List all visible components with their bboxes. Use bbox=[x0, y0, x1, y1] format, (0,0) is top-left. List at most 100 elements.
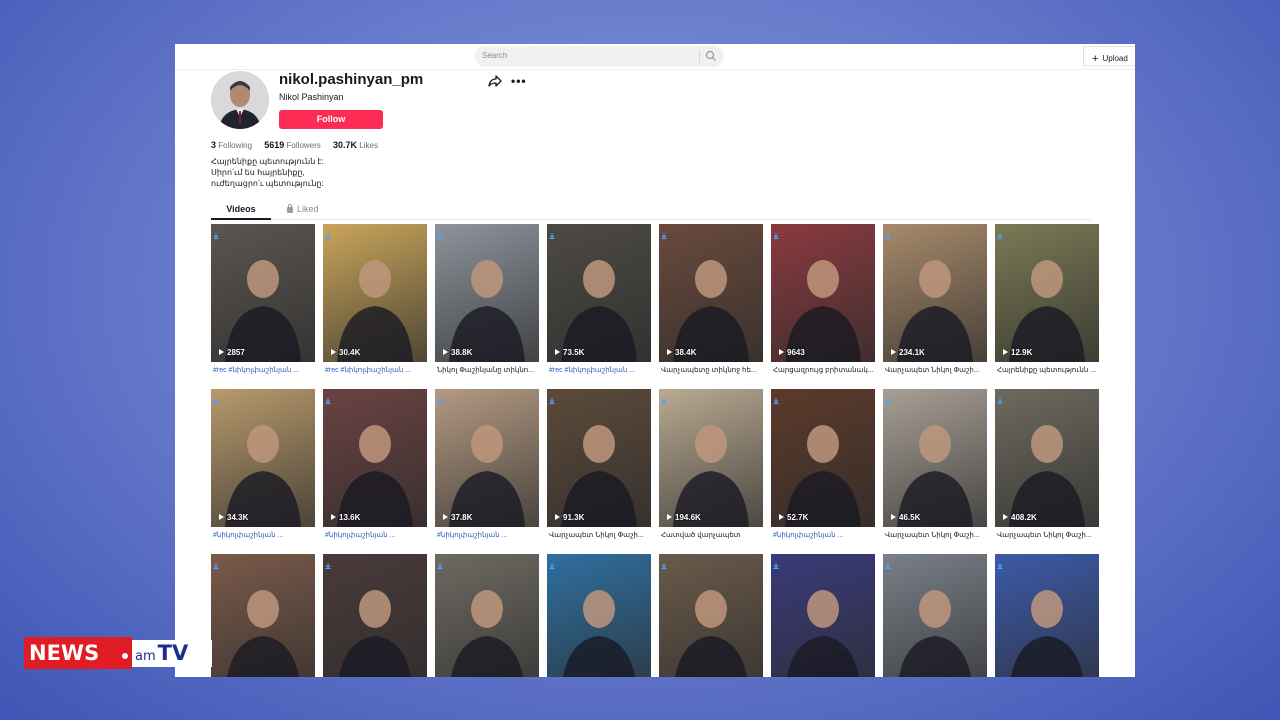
video-caption[interactable]: #նիկոլփաշինյան ... bbox=[325, 531, 425, 539]
following-count[interactable]: 3 bbox=[211, 140, 216, 150]
video-card[interactable] bbox=[211, 554, 315, 677]
video-caption[interactable]: #rec #նիկոլփաշինյան ... bbox=[213, 366, 313, 374]
video-card[interactable]: 38.4K Վարչապետը տիկնոջ հե... bbox=[659, 224, 763, 382]
search-icon[interactable] bbox=[705, 50, 717, 62]
search-input[interactable]: Search bbox=[475, 46, 724, 67]
video-card[interactable]: 34.3K #նիկոլփաշինյան ... bbox=[211, 389, 315, 547]
video-card[interactable] bbox=[547, 554, 651, 677]
video-card[interactable]: 12.9K Հայրենիքը պետությունն ... bbox=[995, 224, 1099, 382]
video-thumbnail[interactable]: 38.4K bbox=[659, 224, 763, 362]
video-thumbnail[interactable]: 37.8K bbox=[435, 389, 539, 527]
video-card[interactable] bbox=[435, 554, 539, 677]
view-count: 12.9K bbox=[1003, 348, 1032, 357]
thumbnail-figure bbox=[227, 590, 299, 677]
video-card[interactable] bbox=[883, 554, 987, 677]
video-card[interactable]: 194.6K Հատված վարչապետ bbox=[659, 389, 763, 547]
video-thumbnail[interactable]: 13.6K bbox=[323, 389, 427, 527]
view-count: 408.2K bbox=[1003, 513, 1037, 522]
video-thumbnail[interactable]: 73.5K bbox=[547, 224, 651, 362]
video-card[interactable]: 37.8K #նիկոլփաշինյան ... bbox=[435, 389, 539, 547]
video-thumbnail[interactable]: 38.8K bbox=[435, 224, 539, 362]
play-icon bbox=[219, 349, 224, 355]
video-thumbnail[interactable] bbox=[659, 554, 763, 677]
video-card[interactable] bbox=[771, 554, 875, 677]
video-card[interactable] bbox=[323, 554, 427, 677]
thumbnail-figure bbox=[339, 590, 411, 677]
followers-count[interactable]: 5619 bbox=[264, 140, 284, 150]
video-thumbnail[interactable]: 46.5K bbox=[883, 389, 987, 527]
video-thumbnail[interactable]: 12.9K bbox=[995, 224, 1099, 362]
video-card[interactable]: 9643 Հարցազրույց բրիտանակ... bbox=[771, 224, 875, 382]
view-count: 46.5K bbox=[891, 513, 920, 522]
video-card[interactable]: 91.3K Վարչապետ Նիկոլ Փաշի... bbox=[547, 389, 651, 547]
thumbnail-figure bbox=[897, 260, 973, 362]
video-thumbnail[interactable]: 9643 bbox=[771, 224, 875, 362]
view-count: 2857 bbox=[219, 348, 245, 357]
video-caption[interactable]: #rec #նիկոլփաշինյան ... bbox=[325, 366, 425, 374]
video-card[interactable]: 408.2K Վարչապետ Նիկոլ Փաշի... bbox=[995, 389, 1099, 547]
video-thumbnail[interactable]: 52.7K bbox=[771, 389, 875, 527]
thumbnail-figure bbox=[1009, 260, 1085, 362]
video-card[interactable]: 30.4K #rec #նիկոլփաշինյան ... bbox=[323, 224, 427, 382]
video-caption[interactable]: Հատված վարչապետ bbox=[661, 531, 761, 539]
video-caption[interactable]: Նիկոլ Փաշինյանը տիկնո... bbox=[437, 366, 537, 374]
video-thumbnail[interactable]: 30.4K bbox=[323, 224, 427, 362]
video-card[interactable]: 38.8K Նիկոլ Փաշինյանը տիկնո... bbox=[435, 224, 539, 382]
video-caption[interactable]: Վարչապետը տիկնոջ հե... bbox=[661, 366, 761, 374]
video-thumbnail[interactable] bbox=[883, 554, 987, 677]
video-caption[interactable]: #նիկոլփաշինյան ... bbox=[437, 531, 537, 539]
download-icon bbox=[661, 226, 667, 239]
video-thumbnail[interactable] bbox=[771, 554, 875, 677]
video-thumbnail[interactable] bbox=[547, 554, 651, 677]
video-caption[interactable]: Հարցազրույց բրիտանակ... bbox=[773, 366, 873, 374]
video-thumbnail[interactable]: 34.3K bbox=[211, 389, 315, 527]
share-icon[interactable] bbox=[488, 74, 502, 88]
video-caption[interactable]: Վարչապետ Նիկոլ Փաշի... bbox=[549, 531, 649, 539]
video-card[interactable]: 13.6K #նիկոլփաշինյան ... bbox=[323, 389, 427, 547]
video-card[interactable]: 234.1K Վարչապետ Նիկոլ Փաշի... bbox=[883, 224, 987, 382]
video-thumbnail[interactable]: 91.3K bbox=[547, 389, 651, 527]
video-caption[interactable]: #նիկոլփաշինյան ... bbox=[213, 531, 313, 539]
profile-username: nikol.pashinyan_pm bbox=[279, 71, 424, 88]
tab-active-indicator bbox=[211, 218, 271, 220]
tab-liked[interactable]: Liked bbox=[287, 204, 319, 214]
video-caption[interactable]: Վարչապետ Նիկոլ Փաշի... bbox=[885, 366, 985, 374]
video-card[interactable] bbox=[659, 554, 763, 677]
video-caption[interactable]: #rec #նիկոլփաշինյան ... bbox=[549, 366, 649, 374]
video-caption[interactable]: Վարչապետ Նիկոլ Փաշի... bbox=[885, 531, 985, 539]
followers-label: Followers bbox=[286, 141, 321, 150]
logo-am-tv: amTV bbox=[132, 640, 212, 667]
tab-liked-label: Liked bbox=[297, 204, 319, 214]
view-count-text: 234.1K bbox=[899, 348, 925, 357]
video-caption[interactable]: Վարչապետ Նիկոլ Փաշի... bbox=[997, 531, 1097, 539]
video-thumbnail[interactable] bbox=[211, 554, 315, 677]
search-divider bbox=[699, 50, 700, 63]
video-card[interactable]: 73.5K #rec #նիկոլփաշինյան ... bbox=[547, 224, 651, 382]
video-thumbnail[interactable]: 408.2K bbox=[995, 389, 1099, 527]
video-card[interactable]: 2857 #rec #նիկոլփաշինյան ... bbox=[211, 224, 315, 382]
video-card[interactable]: 46.5K Վարչապետ Նիկոլ Փաշի... bbox=[883, 389, 987, 547]
view-count-text: 408.2K bbox=[1011, 513, 1037, 522]
download-icon bbox=[885, 391, 891, 404]
video-thumbnail[interactable] bbox=[435, 554, 539, 677]
video-thumbnail[interactable] bbox=[323, 554, 427, 677]
video-caption[interactable]: Հայրենիքը պետությունն ... bbox=[997, 366, 1097, 374]
view-count-text: 38.4K bbox=[675, 348, 697, 357]
upload-button[interactable]: + Upload bbox=[1083, 46, 1135, 66]
follow-button[interactable]: Follow bbox=[279, 110, 383, 129]
thumbnail-figure bbox=[449, 425, 525, 527]
logo-news: NEWS bbox=[24, 637, 132, 669]
download-icon bbox=[773, 391, 779, 404]
tab-videos[interactable]: Videos bbox=[211, 204, 271, 214]
video-card[interactable] bbox=[995, 554, 1099, 677]
play-icon bbox=[1003, 349, 1008, 355]
more-options-icon[interactable]: ••• bbox=[511, 74, 527, 88]
play-icon bbox=[891, 514, 896, 520]
play-icon bbox=[443, 514, 448, 520]
video-card[interactable]: 52.7K #նիկոլփաշինյան ... bbox=[771, 389, 875, 547]
video-thumbnail[interactable]: 2857 bbox=[211, 224, 315, 362]
video-thumbnail[interactable] bbox=[995, 554, 1099, 677]
video-thumbnail[interactable]: 234.1K bbox=[883, 224, 987, 362]
video-thumbnail[interactable]: 194.6K bbox=[659, 389, 763, 527]
video-caption[interactable]: #նիկոլփաշինյան ... bbox=[773, 531, 873, 539]
